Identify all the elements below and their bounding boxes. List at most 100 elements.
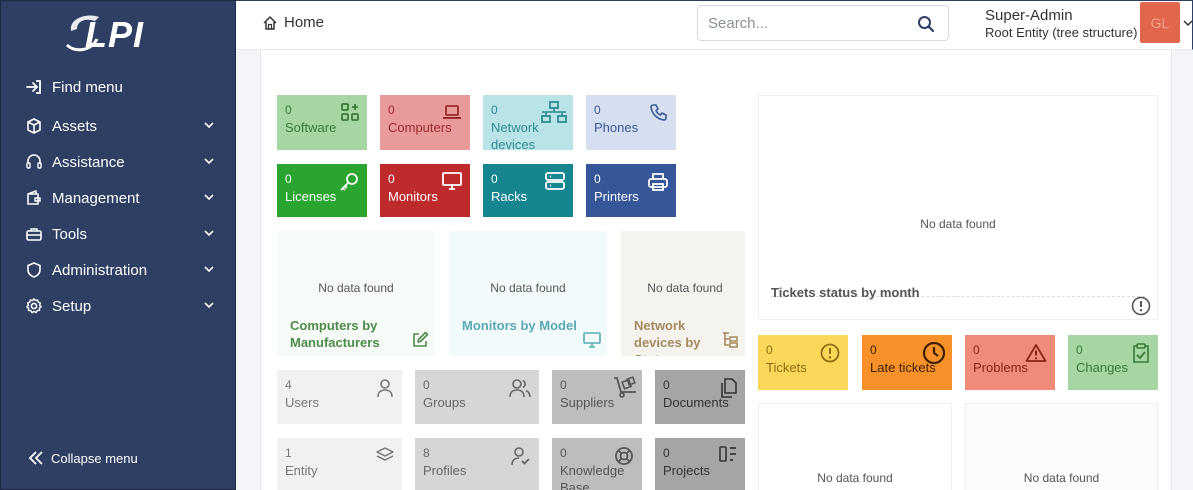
tile-label: Computers bbox=[388, 120, 452, 135]
collapse-menu-button[interactable]: Collapse menu bbox=[27, 449, 138, 467]
lifebuoy-icon bbox=[615, 447, 633, 465]
tile-label: Users bbox=[285, 395, 319, 410]
printer-icon bbox=[648, 173, 668, 191]
no-data-text: No data found bbox=[490, 281, 566, 295]
widget-computers-by-manufacturers[interactable]: No data found Computers by Manufacturers bbox=[277, 231, 435, 356]
tree-icon bbox=[723, 332, 738, 348]
tile-tickets[interactable]: 0 Tickets bbox=[758, 335, 848, 390]
tile-monitors[interactable]: 0 Monitors bbox=[380, 164, 470, 217]
tile-licenses[interactable]: 0 Licenses bbox=[277, 164, 367, 217]
user-check-icon bbox=[511, 447, 530, 466]
widget-bottom-right[interactable]: No data found bbox=[965, 403, 1158, 490]
tile-changes[interactable]: 0 Changes bbox=[1068, 335, 1158, 390]
glpi-logo[interactable]: LPI bbox=[65, 11, 175, 57]
chevron-down-icon[interactable] bbox=[1183, 18, 1193, 28]
user-entity[interactable]: Root Entity (tree structure) bbox=[985, 25, 1137, 40]
tile-label: Suppliers bbox=[560, 395, 615, 410]
no-data-text: No data found bbox=[1023, 471, 1100, 485]
sidebar-item-management[interactable]: Management bbox=[1, 182, 237, 214]
tile-entity[interactable]: 1 Entity bbox=[277, 438, 402, 490]
chevron-down-icon bbox=[204, 302, 214, 309]
columns-icon bbox=[719, 446, 736, 462]
tile-label: Network devices bbox=[491, 120, 539, 150]
breadcrumb-label: Home bbox=[284, 14, 325, 31]
sidebar-item-setup[interactable]: Setup bbox=[1, 290, 237, 322]
network-icon bbox=[541, 101, 567, 123]
edit-icon bbox=[413, 331, 429, 347]
tile-label: Monitors bbox=[388, 189, 438, 204]
collapse-menu-label: Collapse menu bbox=[51, 450, 138, 466]
widget-network-devices-by-status[interactable]: No data found Network devices by Status bbox=[621, 231, 745, 356]
tile-suppliers[interactable]: 0 Suppliers bbox=[552, 370, 642, 424]
tile-groups[interactable]: 0 Groups bbox=[415, 370, 539, 424]
chevron-down-icon bbox=[204, 266, 214, 273]
tile-label: Printers bbox=[594, 189, 639, 204]
tile-late-tickets[interactable]: 0 Late tickets bbox=[862, 335, 952, 390]
sidebar-item-label: Find menu bbox=[52, 78, 123, 96]
tile-computers[interactable]: 0 Computers bbox=[380, 95, 470, 150]
files-icon bbox=[721, 378, 737, 398]
tile-label: Profiles bbox=[423, 463, 467, 478]
sidebar: LPI Find menu Assets Assistance Manageme… bbox=[0, 0, 236, 490]
tile-label: Problems bbox=[973, 360, 1028, 375]
home-icon bbox=[263, 15, 277, 30]
avatar[interactable]: GL bbox=[1140, 2, 1180, 43]
tile-software[interactable]: 0 Software bbox=[277, 95, 367, 150]
sidebar-item-assets[interactable]: Assets bbox=[1, 110, 237, 142]
search-icon[interactable] bbox=[917, 15, 935, 33]
search-box[interactable] bbox=[697, 5, 949, 41]
widget-title: Computers by Manufacturers bbox=[290, 318, 380, 350]
chevron-down-icon bbox=[204, 230, 214, 237]
monitor-icon bbox=[442, 172, 462, 190]
tile-label: Licenses bbox=[285, 189, 337, 204]
clipboard-check-icon bbox=[1133, 343, 1149, 363]
sidebar-item-assistance[interactable]: Assistance bbox=[1, 146, 237, 178]
sidebar-item-administration[interactable]: Administration bbox=[1, 254, 237, 286]
shield-icon bbox=[25, 261, 43, 279]
sidebar-item-tools[interactable]: Tools bbox=[1, 218, 237, 250]
tile-documents[interactable]: 0 Documents bbox=[655, 370, 745, 424]
no-data-text: No data found bbox=[318, 281, 394, 295]
tile-knowledge-base[interactable]: 0 Knowledge Base bbox=[552, 438, 642, 490]
tile-profiles[interactable]: 8 Profiles bbox=[415, 438, 539, 490]
tile-users[interactable]: 4 Users bbox=[277, 370, 402, 424]
user-name[interactable]: Super-Admin bbox=[985, 7, 1073, 24]
tile-projects[interactable]: 0 Projects bbox=[655, 438, 745, 490]
apps-icon bbox=[341, 103, 359, 121]
users-icon bbox=[509, 379, 531, 398]
sidebar-item-label: Administration bbox=[52, 261, 148, 279]
sidebar-item-find-menu[interactable]: Find menu bbox=[1, 71, 237, 103]
tile-printers[interactable]: 0 Printers bbox=[586, 164, 676, 217]
breadcrumb-home[interactable]: Home bbox=[262, 14, 324, 31]
widget-bottom-left[interactable]: No data found bbox=[758, 403, 952, 490]
no-data-text: No data found bbox=[920, 217, 996, 231]
widget-title: Monitors by Model bbox=[462, 318, 577, 333]
sidebar-item-label: Tools bbox=[52, 225, 88, 243]
widget-title: Tickets status by month bbox=[771, 285, 920, 300]
tile-network-devices[interactable]: 0 Network devices bbox=[483, 95, 573, 150]
tile-label: Projects bbox=[663, 463, 710, 478]
gear-icon bbox=[25, 297, 43, 315]
tile-problems[interactable]: 0 Problems bbox=[965, 335, 1055, 390]
tile-label: Phones bbox=[594, 120, 639, 135]
tile-phones[interactable]: 0 Phones bbox=[586, 95, 676, 150]
wallet-icon bbox=[25, 189, 43, 207]
svg-text:LPI: LPI bbox=[85, 14, 144, 55]
tile-label: Software bbox=[285, 120, 337, 135]
widget-tickets-status-by-month[interactable]: No data found Tickets status by month bbox=[758, 95, 1158, 320]
dashboard: 0 Software 0 Computers 0 Network devices… bbox=[260, 50, 1172, 490]
chevron-down-icon bbox=[204, 194, 214, 201]
headset-icon bbox=[25, 153, 43, 171]
info-circle-icon[interactable] bbox=[1131, 296, 1151, 316]
tile-label: Tickets bbox=[766, 360, 807, 375]
tile-label: Groups bbox=[423, 395, 466, 410]
tile-label: Changes bbox=[1076, 360, 1129, 375]
chevron-down-icon bbox=[204, 158, 214, 165]
search-input[interactable] bbox=[708, 14, 908, 32]
user-icon bbox=[377, 379, 393, 398]
sidebar-item-label: Assets bbox=[52, 117, 98, 135]
tile-racks[interactable]: 0 Racks bbox=[483, 164, 573, 217]
briefcase-icon bbox=[25, 225, 43, 243]
widget-monitors-by-model[interactable]: No data found Monitors by Model bbox=[449, 231, 607, 356]
tile-label: Racks bbox=[491, 189, 528, 204]
